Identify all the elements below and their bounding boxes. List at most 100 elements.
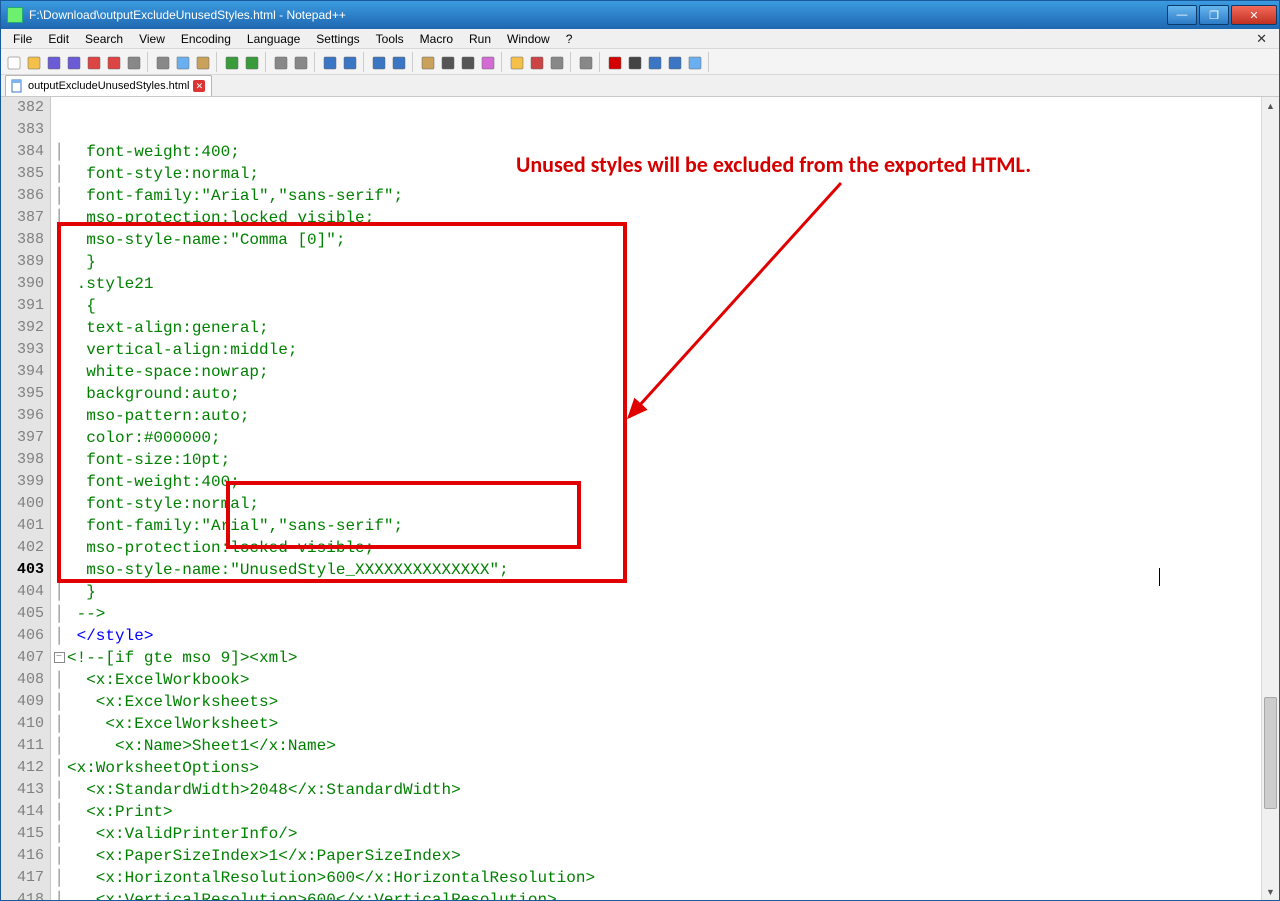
line-number[interactable]: 417 (1, 867, 44, 889)
code-line[interactable]: │ font-size:10pt; (51, 449, 1261, 471)
code-line[interactable]: │ background:auto; (51, 383, 1261, 405)
line-number[interactable]: 416 (1, 845, 44, 867)
code-area[interactable]: │ font-weight:400;│ font-style:normal;│ … (51, 97, 1261, 900)
code-line[interactable]: │ <x:HorizontalResolution>600</x:Horizon… (51, 867, 1261, 889)
line-number[interactable]: 390 (1, 273, 44, 295)
code-line[interactable]: │ <x:ExcelWorksheet> (51, 713, 1261, 735)
eye-icon[interactable] (577, 54, 593, 70)
line-number[interactable]: 412 (1, 757, 44, 779)
line-number[interactable]: 399 (1, 471, 44, 493)
fold-gutter[interactable]: │ (51, 889, 67, 900)
line-number[interactable]: 415 (1, 823, 44, 845)
fold-gutter[interactable]: │ (51, 779, 67, 801)
open-icon[interactable] (25, 54, 41, 70)
code-line[interactable]: │ <x:VerticalResolution>600</x:VerticalR… (51, 889, 1261, 900)
line-number[interactable]: 401 (1, 515, 44, 537)
code-line[interactable]: │ .style21 (51, 273, 1261, 295)
menu-language[interactable]: Language (239, 30, 308, 48)
fold-gutter[interactable]: │ (51, 317, 67, 339)
fold-gutter[interactable]: │ (51, 537, 67, 559)
line-number[interactable]: 386 (1, 185, 44, 207)
line-number[interactable]: 414 (1, 801, 44, 823)
code-line[interactable]: │ mso-pattern:auto; (51, 405, 1261, 427)
code-line[interactable]: │<x:WorksheetOptions> (51, 757, 1261, 779)
code-line[interactable]: │ <x:PaperSizeIndex>1</x:PaperSizeIndex> (51, 845, 1261, 867)
fold-gutter[interactable]: │ (51, 383, 67, 405)
fold-gutter[interactable]: │ (51, 207, 67, 229)
line-number[interactable]: 409 (1, 691, 44, 713)
line-number[interactable]: 418 (1, 889, 44, 900)
fold-gutter[interactable]: │ (51, 251, 67, 273)
line-number[interactable]: 382 (1, 97, 44, 119)
line-number-gutter[interactable]: 3823833843853863873883893903913923933943… (1, 97, 51, 900)
save-icon[interactable] (45, 54, 61, 70)
close-all-icon[interactable] (105, 54, 121, 70)
fold-gutter[interactable]: │ (51, 471, 67, 493)
code-line[interactable]: │ <x:Print> (51, 801, 1261, 823)
line-number[interactable]: 405 (1, 603, 44, 625)
close-icon[interactable] (85, 54, 101, 70)
play-icon[interactable] (646, 54, 662, 70)
replace-icon[interactable] (292, 54, 308, 70)
line-number[interactable]: 391 (1, 295, 44, 317)
code-line[interactable]: │ text-align:general; (51, 317, 1261, 339)
line-number[interactable]: 408 (1, 669, 44, 691)
fold-gutter[interactable]: │ (51, 493, 67, 515)
fold-gutter[interactable]: │ (51, 273, 67, 295)
fold-gutter[interactable]: │ (51, 405, 67, 427)
zoom-out-icon[interactable] (341, 54, 357, 70)
close-button[interactable]: ✕ (1231, 5, 1277, 25)
fold-gutter[interactable]: │ (51, 163, 67, 185)
code-line[interactable]: │ } (51, 581, 1261, 603)
sync-v-icon[interactable] (370, 54, 386, 70)
save-all-icon[interactable] (65, 54, 81, 70)
menu-window[interactable]: Window (499, 30, 558, 48)
file-tab[interactable]: outputExcludeUnusedStyles.html ✕ (5, 75, 212, 96)
wrap-icon[interactable] (419, 54, 435, 70)
line-number[interactable]: 400 (1, 493, 44, 515)
rec-icon[interactable] (606, 54, 622, 70)
fold-gutter[interactable]: │ (51, 691, 67, 713)
code-line[interactable]: │ mso-style-name:"Comma [0]"; (51, 229, 1261, 251)
menu-encoding[interactable]: Encoding (173, 30, 239, 48)
code-line[interactable]: │ font-style:normal; (51, 493, 1261, 515)
line-number[interactable]: 394 (1, 361, 44, 383)
code-line[interactable]: │ <x:StandardWidth>2048</x:StandardWidth… (51, 779, 1261, 801)
code-line[interactable]: │ <x:ValidPrinterInfo/> (51, 823, 1261, 845)
fold-gutter[interactable]: │ (51, 713, 67, 735)
menu-tools[interactable]: Tools (368, 30, 412, 48)
fold-gutter[interactable]: │ (51, 185, 67, 207)
fold-gutter[interactable]: │ (51, 801, 67, 823)
code-line[interactable]: │ white-space:nowrap; (51, 361, 1261, 383)
folder-icon[interactable] (508, 54, 524, 70)
code-line[interactable]: │ mso-style-name:"UnusedStyle_XXXXXXXXXX… (51, 559, 1261, 581)
line-number[interactable]: 393 (1, 339, 44, 361)
line-number[interactable]: 410 (1, 713, 44, 735)
stop-icon[interactable] (626, 54, 642, 70)
fold-gutter[interactable]: │ (51, 845, 67, 867)
code-line[interactable]: │ </style> (51, 625, 1261, 647)
scroll-down-button[interactable]: ▼ (1262, 883, 1279, 900)
close-tab-icon[interactable]: ✕ (193, 80, 205, 92)
code-line[interactable]: │ } (51, 251, 1261, 273)
print-icon[interactable] (125, 54, 141, 70)
maximize-button[interactable]: ❐ (1199, 5, 1229, 25)
line-number[interactable]: 395 (1, 383, 44, 405)
code-line[interactable]: │ <x:ExcelWorkbook> (51, 669, 1261, 691)
fold-gutter[interactable]: │ (51, 559, 67, 581)
fold-gutter[interactable]: │ (51, 141, 67, 163)
line-number[interactable]: 407 (1, 647, 44, 669)
line-number[interactable]: 404 (1, 581, 44, 603)
line-number[interactable]: 385 (1, 163, 44, 185)
fold-gutter[interactable]: │ (51, 581, 67, 603)
code-line[interactable]: │ { (51, 295, 1261, 317)
zoom-in-icon[interactable] (321, 54, 337, 70)
line-number[interactable]: 396 (1, 405, 44, 427)
scroll-thumb[interactable] (1264, 697, 1277, 809)
line-number[interactable]: 383 (1, 119, 44, 141)
fold-gutter[interactable]: │ (51, 339, 67, 361)
fold-gutter[interactable]: │ (51, 427, 67, 449)
menu-edit[interactable]: Edit (40, 30, 77, 48)
line-number[interactable]: 402 (1, 537, 44, 559)
copy-icon[interactable] (174, 54, 190, 70)
